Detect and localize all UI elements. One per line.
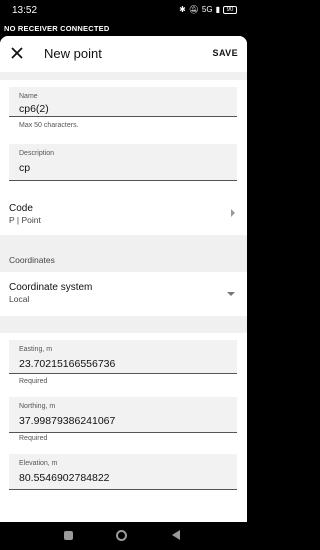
new-point-screen: New point SAVE Name cp6(2) Max 50 charac… bbox=[0, 36, 247, 522]
easting-label: Easting, m bbox=[19, 346, 53, 353]
status-bar: 13:52 ✱ 🔕︎ 5G ▮ 90 bbox=[0, 0, 247, 22]
chevron-right-icon bbox=[231, 209, 235, 217]
name-field-label: Name bbox=[19, 93, 38, 100]
back-icon[interactable] bbox=[172, 530, 180, 540]
northing-value: 37.99879386241067 bbox=[19, 415, 116, 427]
name-field-helper: Max 50 characters. bbox=[19, 122, 79, 129]
code-row[interactable]: Code P | Point bbox=[0, 193, 247, 235]
coordinate-system-value: Local bbox=[9, 294, 30, 304]
caret-down-icon bbox=[227, 292, 235, 296]
northing-helper: Required bbox=[19, 435, 48, 442]
system-nav-bar bbox=[0, 522, 247, 550]
signal-icon: ▮ bbox=[215, 5, 220, 14]
coordinates-card: Easting, m 23.70215166556736 Required No… bbox=[0, 333, 247, 522]
code-label: Code bbox=[9, 203, 33, 214]
battery-icon: 90 bbox=[223, 5, 237, 14]
bluetooth-icon: ✱ bbox=[179, 5, 186, 14]
description-field[interactable]: Description cp bbox=[9, 144, 237, 181]
home-icon[interactable] bbox=[116, 530, 127, 541]
code-value: P | Point bbox=[9, 215, 41, 225]
recents-icon[interactable] bbox=[64, 531, 73, 540]
coordinate-system-label: Coordinate system bbox=[9, 282, 93, 293]
description-field-value: cp bbox=[19, 162, 31, 174]
coordinates-section-label: Coordinates bbox=[9, 255, 55, 265]
elevation-label: Elevation, m bbox=[19, 460, 58, 467]
status-time: 13:52 bbox=[12, 5, 38, 16]
description-field-label: Description bbox=[19, 150, 55, 157]
page-title: New point bbox=[44, 46, 102, 61]
app-bar: New point SAVE bbox=[0, 36, 247, 72]
coordinate-system-dropdown[interactable]: Coordinate system Local bbox=[0, 272, 247, 316]
easting-field[interactable]: Easting, m 23.70215166556736 bbox=[9, 340, 237, 374]
receiver-status-banner: NO RECEIVER CONNECTED bbox=[0, 22, 247, 36]
easting-value: 23.70215166556736 bbox=[19, 358, 116, 370]
save-button[interactable]: SAVE bbox=[213, 48, 238, 58]
northing-label: Northing, m bbox=[19, 403, 56, 410]
name-field-value: cp6(2) bbox=[19, 103, 49, 115]
name-field[interactable]: Name cp6(2) bbox=[9, 87, 237, 117]
easting-helper: Required bbox=[19, 378, 48, 385]
mute-icon: 🔕︎ bbox=[188, 5, 199, 14]
elevation-field[interactable]: Elevation, m 80.5546902784822 bbox=[9, 454, 237, 490]
elevation-value: 80.5546902784822 bbox=[19, 472, 110, 484]
status-icons: ✱ 🔕︎ 5G ▮ 90 bbox=[179, 5, 237, 14]
network-label: 5G bbox=[201, 5, 213, 14]
close-icon[interactable] bbox=[10, 46, 24, 60]
northing-field[interactable]: Northing, m 37.99879386241067 bbox=[9, 397, 237, 433]
